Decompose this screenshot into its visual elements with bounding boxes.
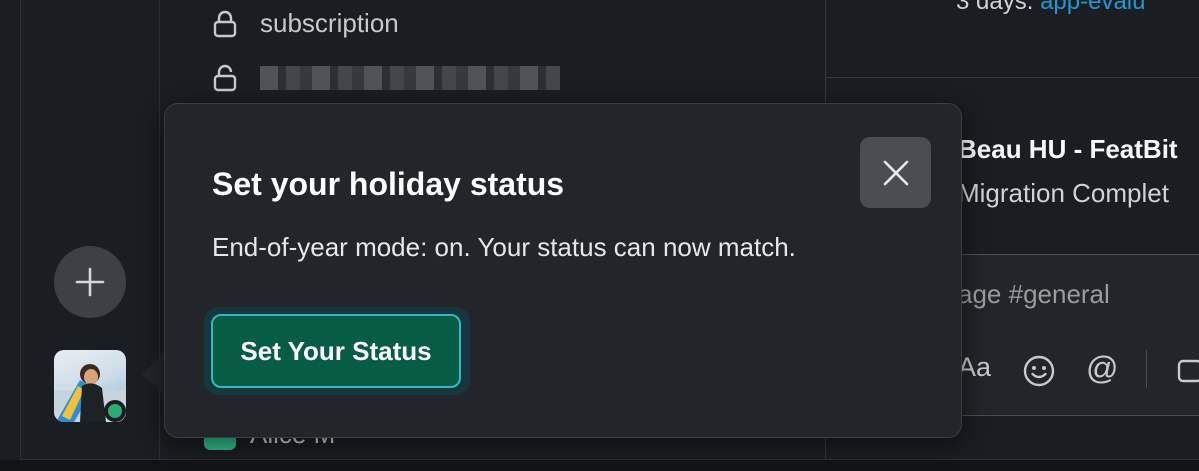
composer-placeholder[interactable]: age #general: [958, 279, 1110, 310]
channel-label: subscription: [260, 8, 399, 38]
presence-indicator: [104, 400, 126, 422]
emoji-button[interactable]: [1022, 354, 1056, 395]
close-button[interactable]: [860, 137, 931, 208]
add-workspace-button[interactable]: [54, 246, 126, 318]
channel-item-subscription[interactable]: subscription: [212, 8, 399, 39]
window-bottom-edge: [0, 460, 1199, 471]
mention-button[interactable]: @: [1086, 350, 1118, 387]
lock-open-icon: [213, 64, 237, 92]
popover-body: End-of-year mode: on. Your status can no…: [212, 232, 796, 262]
popover-title: Set your holiday status: [212, 166, 565, 202]
plus-icon: [75, 267, 105, 297]
channel-item-redacted[interactable]: [212, 64, 560, 92]
close-icon: [883, 160, 908, 185]
divider: [20, 0, 21, 460]
video-icon[interactable]: [1176, 356, 1199, 393]
message-author[interactable]: Beau HU - FeatBit: [958, 134, 1178, 165]
set-status-button[interactable]: Set Your Status: [211, 314, 461, 388]
smile-icon: [1023, 355, 1055, 387]
divider: [826, 77, 1199, 78]
toolbar-divider: [1146, 350, 1147, 388]
snippet-link[interactable]: app-evalu: [1040, 0, 1145, 15]
message-snippet: 3 days. app-evalu: [956, 0, 1145, 28]
message-text: Migration Complet: [958, 178, 1169, 208]
lock-icon: [213, 10, 237, 37]
popover-pointer: [142, 352, 165, 396]
format-button[interactable]: Aa: [958, 352, 991, 383]
snippet-text: 3 days.: [956, 0, 1034, 15]
redacted-channel-name: [260, 66, 560, 90]
